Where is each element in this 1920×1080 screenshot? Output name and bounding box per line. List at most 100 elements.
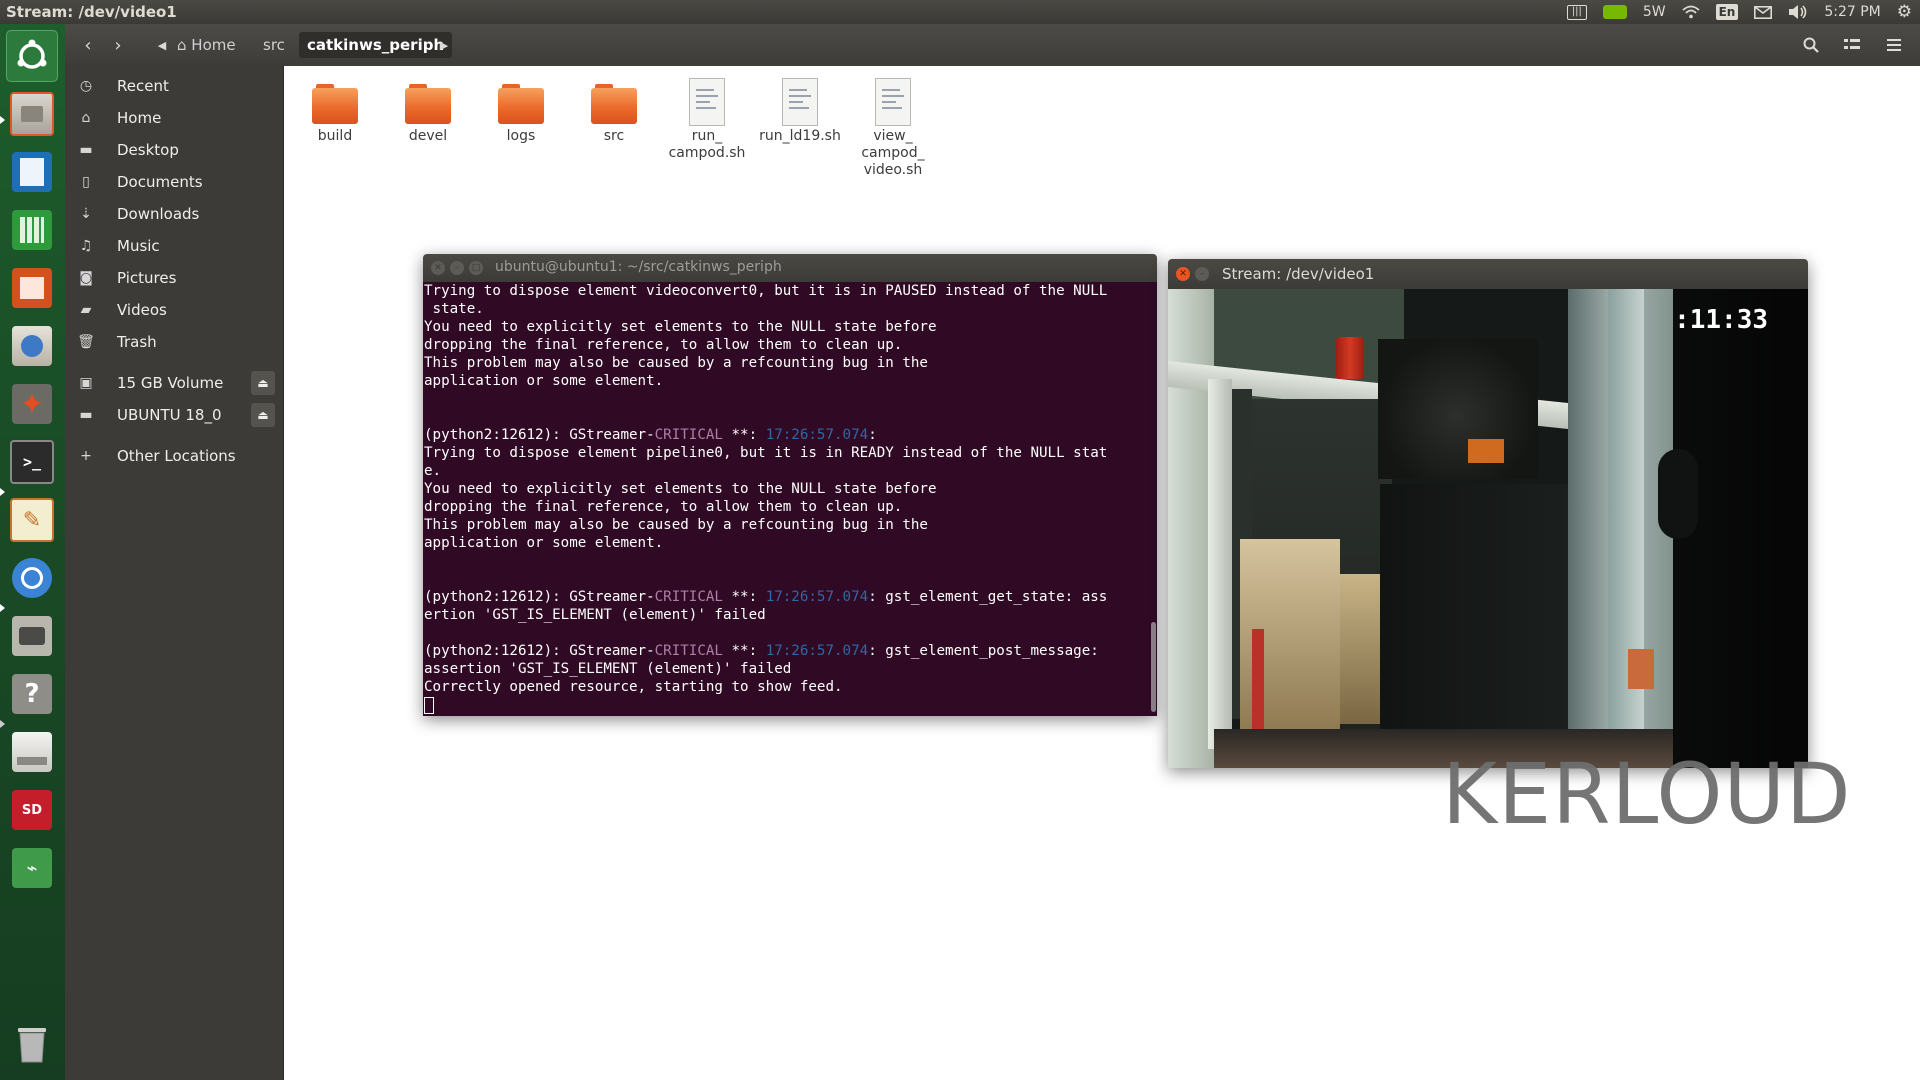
script-file-icon: [689, 78, 725, 126]
scrollbar-thumb[interactable]: [1151, 622, 1156, 712]
sidebar-item-desktop[interactable]: ▬ Desktop: [65, 135, 283, 165]
eject-icon[interactable]: ⏏: [251, 403, 275, 427]
terminal-line: e.: [424, 463, 442, 479]
folder-icon: ▬: [79, 142, 93, 158]
mail-icon[interactable]: [1754, 3, 1773, 21]
usb-launcher[interactable]: ⌁: [6, 842, 58, 894]
terminal-line: ertion 'GST_IS_ELEMENT (element)' failed: [424, 607, 766, 623]
file-item[interactable]: view_ campod_ video.sh: [848, 74, 938, 179]
sidebar-item-pictures[interactable]: ◙ Pictures: [65, 263, 283, 293]
power-mode-label[interactable]: 5W: [1643, 3, 1666, 21]
download-icon: ⇣: [80, 206, 92, 222]
video-stream-window[interactable]: ✕ – Stream: /dev/video1 :11:33: [1168, 259, 1808, 768]
sidebar-item-music[interactable]: ♫ Music: [65, 231, 283, 261]
breadcrumb-src[interactable]: src: [255, 32, 293, 58]
sidebar-item-documents[interactable]: ▯ Documents: [65, 167, 283, 197]
running-indicator: [0, 116, 5, 124]
files-launcher[interactable]: [6, 88, 58, 140]
terminal-title: ubuntu@ubuntu1: ~/src/catkinws_periph: [495, 259, 782, 275]
calc-launcher[interactable]: [6, 204, 58, 256]
kerloud-watermark: KERLOUD: [1442, 745, 1852, 843]
sidebar-item-recent[interactable]: ◷ Recent: [65, 71, 283, 101]
gear-icon[interactable]: ⚙: [1897, 2, 1912, 22]
back-button[interactable]: ‹: [75, 32, 101, 58]
menu-icon[interactable]: [1881, 32, 1907, 58]
impress-launcher[interactable]: [6, 262, 58, 314]
sidebar-item-downloads[interactable]: ⇣ Downloads: [65, 199, 283, 229]
terminal-titlebar[interactable]: ✕ – □ ubuntu@ubuntu1: ~/src/catkinws_per…: [423, 254, 1157, 282]
video-timestamp-overlay: :11:33: [1674, 305, 1768, 335]
terminal-line: This problem may also be caused by a ref…: [424, 355, 928, 371]
stream-titlebar[interactable]: ✕ – Stream: /dev/video1: [1168, 259, 1808, 289]
top-panel: Stream: /dev/video1 ||| 5W En 5:27 PM ⚙: [0, 0, 1920, 24]
terminal-line: Correctly opened resource, starting to s…: [424, 679, 843, 695]
terminal-scrollbar[interactable]: [1149, 282, 1157, 716]
file-item[interactable]: run_ campod.sh: [662, 74, 752, 162]
terminal-output[interactable]: Trying to dispose element videoconvert0,…: [423, 282, 1150, 716]
terminal-line: Trying to dispose element pipeline0, but…: [424, 445, 1108, 461]
file-item[interactable]: run_ld19.sh: [755, 74, 845, 145]
help-launcher[interactable]: ?: [6, 668, 58, 720]
view-toggle-icon[interactable]: [1839, 32, 1865, 58]
minimize-icon[interactable]: –: [450, 261, 464, 275]
cheese-launcher[interactable]: [6, 610, 58, 662]
wifi-icon[interactable]: [1681, 3, 1700, 21]
terminal-line: (python2:12612): GStreamer-CRITICAL **: …: [424, 427, 877, 443]
writer-launcher[interactable]: [6, 146, 58, 198]
text-editor-launcher[interactable]: ✎: [6, 494, 58, 546]
search-icon[interactable]: [1798, 32, 1824, 58]
chromium-launcher[interactable]: [6, 552, 58, 604]
nvidia-icon[interactable]: [1602, 3, 1627, 21]
terminal-line: state.: [424, 301, 484, 317]
maximize-icon[interactable]: □: [469, 261, 483, 275]
camera-feed: :11:33: [1168, 289, 1808, 768]
volume-icon[interactable]: [1788, 3, 1808, 21]
folder-icon: [498, 84, 544, 124]
forward-button[interactable]: ›: [105, 32, 131, 58]
sd-card-launcher[interactable]: SD: [6, 784, 58, 836]
folder-item[interactable]: devel: [383, 74, 473, 145]
keyboard-layout-indicator[interactable]: En: [1715, 4, 1739, 20]
sidebar-item-videos[interactable]: ▰ Videos: [65, 295, 283, 325]
clock[interactable]: 5:27 PM: [1824, 3, 1880, 21]
trash-launcher[interactable]: [6, 1018, 58, 1070]
breadcrumb-home[interactable]: ⌂ Home: [169, 32, 244, 58]
sidebar-item-home[interactable]: ⌂ Home: [65, 103, 283, 133]
system-settings-launcher[interactable]: ✦: [6, 378, 58, 430]
terminal-line: dropping the final reference, to allow t…: [424, 499, 903, 515]
folder-item[interactable]: build: [290, 74, 380, 145]
folder-item[interactable]: logs: [476, 74, 566, 145]
terminal-line: application or some element.: [424, 535, 664, 551]
sidebar-item-trash[interactable]: 🗑 Trash: [65, 327, 283, 357]
minimize-icon[interactable]: –: [1195, 267, 1209, 281]
sidebar-device-volume[interactable]: ▣ 15 GB Volume ⏏: [65, 368, 283, 398]
eject-icon[interactable]: ⏏: [251, 371, 275, 395]
terminal-launcher[interactable]: >_: [6, 436, 58, 488]
terminal-window[interactable]: ✕ – □ ubuntu@ubuntu1: ~/src/catkinws_per…: [423, 254, 1157, 716]
breadcrumb-current[interactable]: catkinws_periph: [299, 32, 453, 58]
terminal-line: (python2:12612): GStreamer-CRITICAL **: …: [424, 643, 1099, 659]
sidebar-item-other-locations[interactable]: + Other Locations: [65, 441, 283, 471]
folder-item[interactable]: src: [569, 74, 659, 145]
dash-home-button[interactable]: [6, 30, 58, 82]
stream-title: Stream: /dev/video1: [1222, 265, 1375, 283]
sidebar-device-ubuntu[interactable]: ▬ UBUNTU 18_0 ⏏: [65, 400, 283, 430]
places-sidebar: ◷ Recent ⌂ Home ▬ Desktop ▯ Documents ⇣ Downl…: [65, 66, 284, 1080]
close-icon[interactable]: ✕: [1176, 267, 1190, 281]
running-indicator: [0, 488, 5, 496]
folder-icon: [405, 84, 451, 124]
disk-launcher[interactable]: [6, 726, 58, 778]
terminal-line: (python2:12612): GStreamer-CRITICAL **: …: [424, 589, 1108, 605]
video-icon: ▰: [80, 302, 92, 318]
breadcrumb-right-arrow[interactable]: ▶: [431, 32, 457, 58]
active-window-title: Stream: /dev/video1: [6, 3, 177, 21]
close-icon[interactable]: ✕: [431, 261, 445, 275]
home-icon: ⌂: [81, 110, 91, 126]
monitor-icon[interactable]: |||: [1566, 4, 1587, 20]
software-center-launcher[interactable]: [6, 320, 58, 372]
folder-icon: [312, 84, 358, 124]
